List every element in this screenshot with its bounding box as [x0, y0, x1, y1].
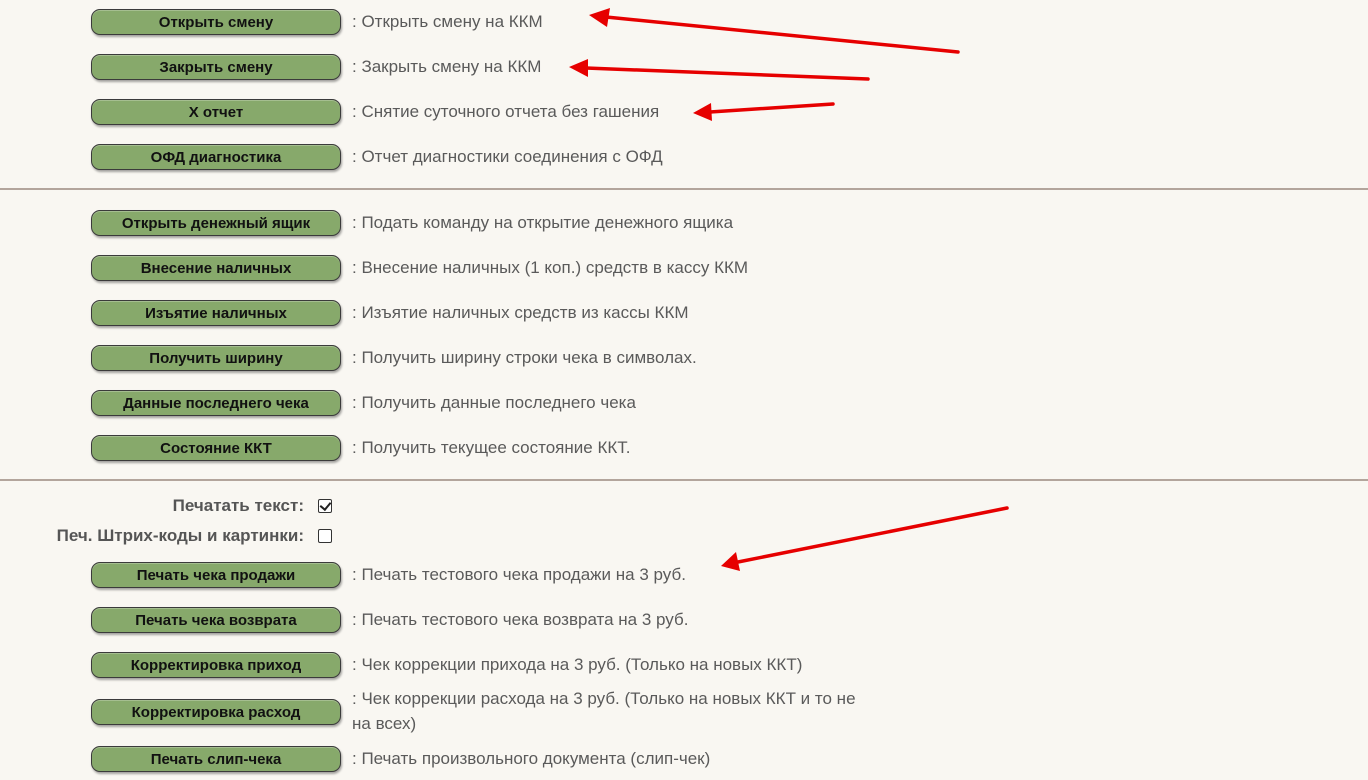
- close-shift-button[interactable]: Закрыть смену: [91, 54, 341, 80]
- cash-deposit-description: : Внесение наличных (1 коп.) средств в к…: [352, 258, 749, 277]
- row-cash-deposit: Внесение наличных : Внесение наличных (1…: [0, 255, 900, 281]
- open-shift-description: : Открыть смену на ККМ: [352, 12, 543, 31]
- row-last-receipt-data: Данные последнего чека : Получить данные…: [0, 390, 900, 416]
- print-text-option: Печатать текст:: [0, 495, 360, 517]
- get-width-description: : Получить ширину строки чека в символах…: [352, 348, 697, 367]
- row-slip-receipt: Печать слип-чека : Печать произвольного …: [0, 746, 900, 772]
- section-divider: [0, 188, 1368, 190]
- last-receipt-data-description: : Получить данные последнего чека: [352, 393, 636, 412]
- ofd-diagnostics-button[interactable]: ОФД диагностика: [91, 144, 341, 170]
- print-sale-receipt-description: : Печать тестового чека продажи на 3 руб…: [352, 565, 686, 584]
- kkt-status-button[interactable]: Состояние ККТ: [91, 435, 341, 461]
- print-return-receipt-description: : Печать тестового чека возврата на 3 ру…: [352, 610, 689, 629]
- print-barcodes-label: Печ. Штрих-коды и картинки:: [56, 526, 304, 545]
- correction-expense-button[interactable]: Корректировка расход: [91, 699, 341, 725]
- section-divider: [0, 479, 1368, 481]
- print-text-checkbox[interactable]: [318, 498, 332, 513]
- row-correction-income: Корректировка приход : Чек коррекции при…: [0, 652, 900, 678]
- close-shift-description: : Закрыть смену на ККМ: [352, 57, 542, 76]
- row-ofd-diagnostics: ОФД диагностика : Отчет диагностики соед…: [0, 144, 900, 170]
- checkmark-icon: [319, 498, 332, 512]
- row-correction-expense: Корректировка расход : Чек коррекции рас…: [0, 689, 900, 733]
- row-open-shift: Открыть смену : Открыть смену на ККМ: [0, 9, 900, 35]
- x-report-description: : Снятие суточного отчета без гашения: [352, 102, 660, 121]
- kkt-status-description: : Получить текущее состояние ККТ.: [352, 438, 631, 457]
- print-slip-receipt-description: : Печать произвольного документа (слип-ч…: [352, 749, 711, 768]
- correction-income-description: : Чек коррекции прихода на 3 руб. (Тольк…: [352, 655, 803, 674]
- print-return-receipt-button[interactable]: Печать чека возврата: [91, 607, 341, 633]
- row-cash-withdrawal: Изъятие наличных : Изъятие наличных сред…: [0, 300, 900, 326]
- x-report-button[interactable]: X отчет: [91, 99, 341, 125]
- open-cash-drawer-button[interactable]: Открыть денежный ящик: [91, 210, 341, 236]
- row-x-report: X отчет : Снятие суточного отчета без га…: [0, 99, 900, 125]
- ofd-diagnostics-description: : Отчет диагностики соединения с ОФД: [352, 147, 663, 166]
- row-open-cash-drawer: Открыть денежный ящик : Подать команду н…: [0, 210, 900, 236]
- get-width-button[interactable]: Получить ширину: [91, 345, 341, 371]
- cash-deposit-button[interactable]: Внесение наличных: [91, 255, 341, 281]
- cash-withdrawal-description: : Изъятие наличных средств из кассы ККМ: [352, 303, 689, 322]
- print-text-label: Печатать текст:: [172, 496, 304, 515]
- open-cash-drawer-description: : Подать команду на открытие денежного я…: [352, 213, 734, 232]
- print-sale-receipt-button[interactable]: Печать чека продажи: [91, 562, 341, 588]
- row-sale-receipt: Печать чека продажи : Печать тестового ч…: [0, 562, 900, 588]
- row-get-width: Получить ширину : Получить ширину строки…: [0, 345, 900, 371]
- cash-withdrawal-button[interactable]: Изъятие наличных: [91, 300, 341, 326]
- row-return-receipt: Печать чека возврата : Печать тестового …: [0, 607, 900, 633]
- row-close-shift: Закрыть смену : Закрыть смену на ККМ: [0, 54, 900, 80]
- print-slip-receipt-button[interactable]: Печать слип-чека: [91, 746, 341, 772]
- open-shift-button[interactable]: Открыть смену: [91, 9, 341, 35]
- print-barcodes-option: Печ. Штрих-коды и картинки:: [0, 525, 360, 547]
- correction-income-button[interactable]: Корректировка приход: [91, 652, 341, 678]
- row-kkt-status: Состояние ККТ : Получить текущее состоян…: [0, 435, 900, 461]
- print-barcodes-checkbox[interactable]: [318, 529, 332, 543]
- last-receipt-data-button[interactable]: Данные последнего чека: [91, 390, 341, 416]
- correction-expense-description: : Чек коррекции расхода на 3 руб. (Тольк…: [352, 689, 856, 733]
